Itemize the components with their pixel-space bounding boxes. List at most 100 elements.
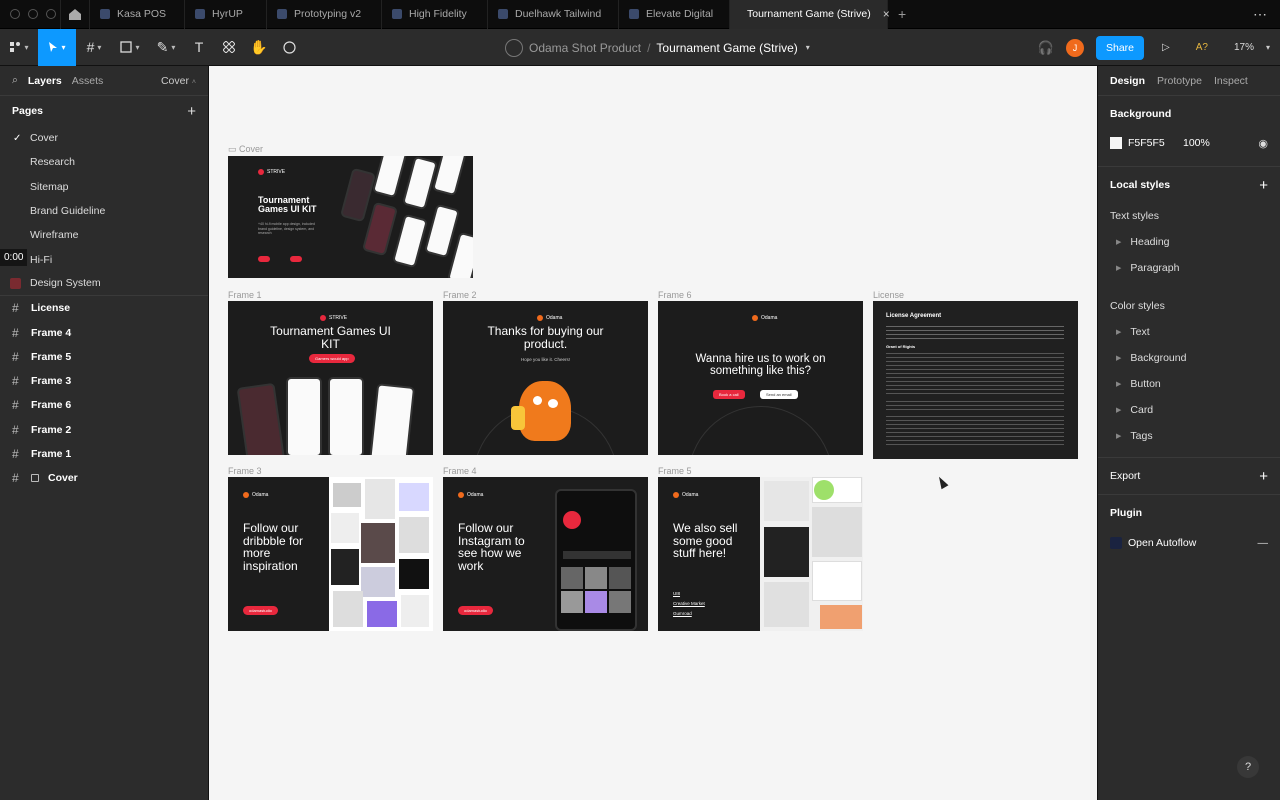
- tab-tournament-game[interactable]: Tournament Game (Strive) ×: [730, 0, 890, 29]
- link-creative-market: Creative Market: [673, 601, 705, 606]
- plugin-autoflow[interactable]: Open Autoflow —: [1110, 531, 1268, 555]
- layer-frame-1[interactable]: # Frame 1: [0, 442, 208, 466]
- close-icon[interactable]: ×: [883, 7, 890, 21]
- frame-label-3[interactable]: Frame 3: [228, 466, 262, 476]
- avatar[interactable]: J: [1066, 38, 1084, 57]
- page-item-cover[interactable]: ✓ Cover: [0, 126, 208, 150]
- bg-opacity-input[interactable]: 100%: [1183, 137, 1210, 149]
- page-item-research[interactable]: Research: [0, 150, 208, 174]
- frame-label-4[interactable]: Frame 4: [443, 466, 477, 476]
- frame-cover[interactable]: STRIVE Tournament Games UI KIT +40 hi-fi…: [228, 156, 473, 278]
- file-name[interactable]: Tournament Game (Strive): [656, 41, 797, 55]
- layer-frame-4[interactable]: # Frame 4: [0, 320, 208, 344]
- frame-label-license[interactable]: License: [873, 290, 904, 300]
- tab-kasa-pos[interactable]: Kasa POS: [90, 0, 185, 29]
- autoflow-icon: [1110, 537, 1122, 549]
- tab-prototype[interactable]: Prototype: [1157, 75, 1202, 87]
- project-name[interactable]: Odama Shot Product: [529, 41, 641, 55]
- page-item-sitemap[interactable]: Sitemap: [0, 175, 208, 199]
- color-style-tags[interactable]: ▶ Tags: [1110, 423, 1268, 449]
- frame-tool-icon[interactable]: # ▾: [76, 29, 112, 66]
- frame-icon: #: [12, 422, 19, 437]
- help-button[interactable]: ?: [1237, 756, 1259, 778]
- tab-design[interactable]: Design: [1110, 75, 1145, 87]
- hand-tool-icon[interactable]: ✋: [244, 29, 274, 66]
- bg-color-swatch[interactable]: [1110, 137, 1122, 149]
- page-item-wireframe[interactable]: Wireframe: [0, 223, 208, 247]
- search-icon[interactable]: ⌕: [12, 74, 18, 87]
- toolbar: ▾ ▾ # ▾ ▾ ✎ ▾ T ✋ Odama Shot Product / Tou…: [0, 28, 1280, 66]
- add-page-icon[interactable]: +: [187, 103, 196, 120]
- page-item-hi-fi[interactable]: 0:00 Hi-Fi: [0, 247, 208, 271]
- background-row[interactable]: F5F5F5 100% ◉: [1110, 132, 1268, 154]
- strive-logo: STRIVE: [320, 315, 347, 321]
- layer-cover[interactable]: # Cover: [0, 466, 208, 490]
- tab-high-fidelity[interactable]: High Fidelity: [382, 0, 488, 29]
- comment-tool-icon[interactable]: [274, 29, 304, 66]
- chevron-down-icon[interactable]: ▾: [806, 43, 810, 52]
- tab-layers[interactable]: Layers: [28, 75, 62, 87]
- page-item-design-system[interactable]: Design System: [0, 272, 208, 297]
- frame-6[interactable]: Odama Wanna hire us to work on something…: [658, 301, 863, 455]
- new-tab-icon[interactable]: +: [898, 6, 906, 22]
- tab-prototyping-v2[interactable]: Prototyping v2: [267, 0, 382, 29]
- frame-label-6[interactable]: Frame 6: [658, 290, 692, 300]
- export-section: Export +: [1098, 458, 1280, 495]
- zoom-level[interactable]: 17%: [1234, 42, 1254, 53]
- headphones-icon[interactable]: 🎧: [1038, 40, 1054, 56]
- current-page-select[interactable]: Cover ˄: [161, 75, 196, 87]
- window-controls[interactable]: [10, 9, 60, 19]
- home-icon[interactable]: [60, 0, 90, 29]
- style-paragraph[interactable]: ▶ Paragraph: [1110, 255, 1268, 281]
- caret-right-icon: ▶: [1116, 381, 1122, 388]
- frame-label-2[interactable]: Frame 2: [443, 290, 477, 300]
- style-heading[interactable]: ▶ Heading: [1110, 229, 1268, 255]
- color-style-text[interactable]: ▶ Text: [1110, 319, 1268, 345]
- share-button[interactable]: Share: [1096, 35, 1145, 60]
- file-icon: [498, 9, 508, 19]
- layer-frame-6[interactable]: # Frame 6: [0, 393, 208, 417]
- more-icon[interactable]: ⋯: [1253, 6, 1268, 23]
- tab-elevate-digital[interactable]: Elevate Digital: [619, 0, 730, 29]
- canvas[interactable]: ▭ Cover STRIVE Tournament Games UI KIT +…: [209, 66, 1097, 800]
- components-icon[interactable]: [214, 29, 244, 66]
- decor-circle: [688, 406, 833, 455]
- chevron-down-icon[interactable]: ▾: [1266, 43, 1270, 52]
- add-export-icon[interactable]: +: [1259, 468, 1268, 485]
- frame-1[interactable]: STRIVE Tournament Games UI KIT Gamers wo…: [228, 301, 433, 455]
- main-menu-icon[interactable]: ▾: [0, 29, 38, 66]
- layer-frame-5[interactable]: # Frame 5: [0, 345, 208, 369]
- text-tool-icon[interactable]: T: [184, 29, 214, 66]
- color-style-background[interactable]: ▶ Background: [1110, 345, 1268, 371]
- eye-icon[interactable]: ◉: [1258, 137, 1268, 150]
- page-item-brand-guideline[interactable]: Brand Guideline: [0, 199, 208, 223]
- frame-4[interactable]: Odama Follow our Instagram to see how we…: [443, 477, 648, 631]
- remove-plugin-icon[interactable]: —: [1258, 537, 1269, 549]
- move-tool-icon[interactable]: ▾: [38, 28, 76, 66]
- layer-frame-3[interactable]: # Frame 3: [0, 369, 208, 393]
- tab-assets[interactable]: Assets: [72, 75, 104, 87]
- missing-fonts-button[interactable]: A?: [1196, 42, 1208, 53]
- tab-duelhawk-tailwind[interactable]: Duelhawk Tailwind: [488, 0, 619, 29]
- add-style-icon[interactable]: +: [1259, 177, 1268, 194]
- shape-tool-icon[interactable]: ▾: [112, 29, 148, 66]
- plugin-section: Plugin Open Autoflow —: [1098, 495, 1280, 555]
- color-style-button[interactable]: ▶ Button: [1110, 371, 1268, 397]
- present-icon[interactable]: ▷: [1162, 42, 1170, 53]
- frame-license[interactable]: License Agreement Grant of Rights: [873, 301, 1078, 459]
- color-style-card[interactable]: ▶ Card: [1110, 397, 1268, 423]
- frame-5[interactable]: Odama We also sell some good stuff here!…: [658, 477, 863, 631]
- frame-2[interactable]: Odama Thanks for buying our product. Hop…: [443, 301, 648, 455]
- bg-hex-input[interactable]: F5F5F5: [1128, 137, 1183, 149]
- layer-license[interactable]: # License: [0, 296, 208, 320]
- tab-hyrup[interactable]: HyrUP: [185, 0, 267, 29]
- frame-3[interactable]: Odama Follow our dribbble for more inspi…: [228, 477, 433, 631]
- tab-inspect[interactable]: Inspect: [1214, 75, 1248, 87]
- frame-label-1[interactable]: Frame 1: [228, 290, 262, 300]
- layer-frame-2[interactable]: # Frame 2: [0, 418, 208, 442]
- pen-tool-icon[interactable]: ✎ ▾: [148, 29, 184, 66]
- frame-label-cover[interactable]: ▭ Cover: [228, 144, 263, 155]
- frame4-pill: odamastudio: [458, 606, 493, 615]
- frame-label-5[interactable]: Frame 5: [658, 466, 692, 476]
- phone-mockup: [371, 156, 409, 199]
